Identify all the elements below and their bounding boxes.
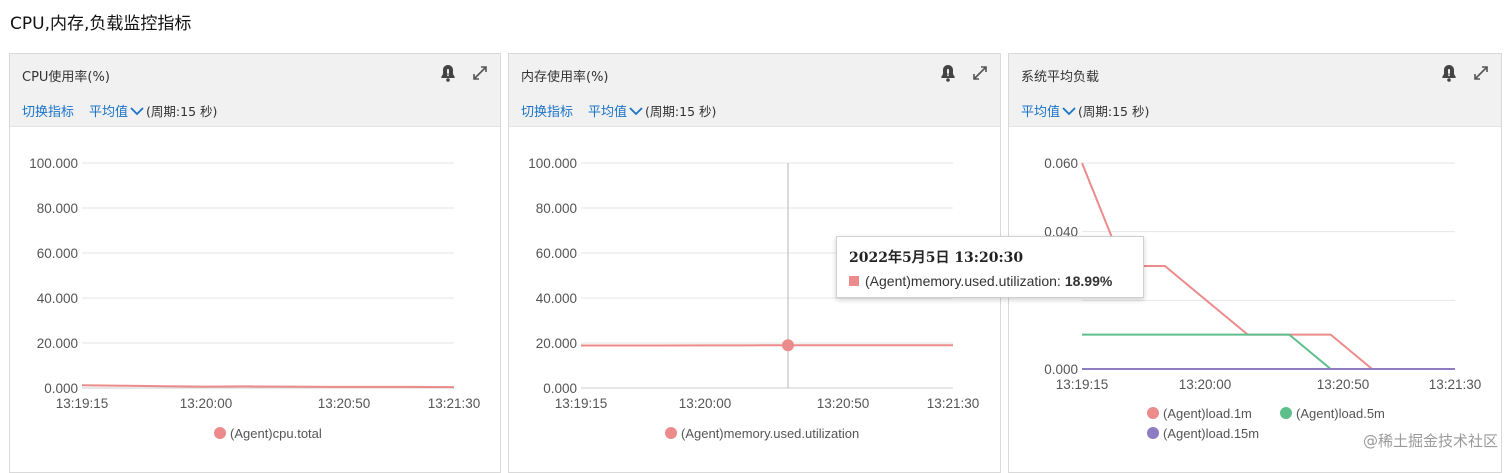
- aggregation-label: 平均值: [1021, 101, 1060, 120]
- y-tick-label: 40.000: [536, 291, 577, 306]
- series-line: [1082, 335, 1455, 369]
- watermark: @稀土掘金技术社区: [1363, 430, 1498, 451]
- tooltip-series: (Agent)memory.used.utilization:: [865, 273, 1061, 289]
- expand-icon[interactable]: [470, 63, 490, 83]
- y-tick-label: 100.000: [528, 156, 577, 171]
- cpu-usage-panel: CPU使用率(%) 切换指标 平均值 (周期:15 秒) 0.000 20.000…: [9, 53, 501, 473]
- chevron-down-icon: [629, 106, 643, 116]
- y-tick-label: 100.000: [29, 156, 78, 171]
- legend-marker: [1280, 407, 1292, 419]
- legend-marker: [665, 427, 677, 439]
- x-tick-label: 13:19:15: [56, 396, 109, 411]
- aggregation-dropdown[interactable]: 平均值: [1021, 101, 1078, 120]
- expand-icon[interactable]: [1471, 63, 1491, 83]
- x-tick-label: 13:19:15: [555, 396, 608, 411]
- panel-title: 内存使用率(%): [521, 66, 609, 85]
- y-tick-label: 20.000: [536, 336, 577, 351]
- aggregation-dropdown[interactable]: 平均值: [588, 101, 645, 120]
- legend-marker: [214, 427, 226, 439]
- legend-label: (Agent)cpu.total: [230, 426, 322, 441]
- x-tick-label: 13:20:50: [817, 396, 870, 411]
- page-title: CPU,内存,负载监控指标: [10, 9, 191, 34]
- x-tick-label: 13:20:00: [180, 396, 233, 411]
- aggregation-dropdown[interactable]: 平均值: [89, 101, 146, 120]
- y-tick-label: 0.000: [543, 381, 577, 396]
- legend-label: (Agent)load.5m: [1296, 406, 1385, 421]
- chevron-down-icon: [130, 106, 144, 116]
- legend-label: (Agent)memory.used.utilization: [681, 426, 859, 441]
- panel-title: 系统平均负载: [1021, 66, 1099, 85]
- aggregation-label: 平均值: [89, 101, 128, 120]
- panel-title: CPU使用率(%): [22, 66, 110, 85]
- y-tick-label: 0.000: [1044, 362, 1078, 377]
- tooltip-time: 2022年5月5日 13:20:30: [849, 247, 1131, 267]
- expand-icon[interactable]: [970, 63, 990, 83]
- panel-header: 内存使用率(%) 切换指标 平均值 (周期:15 秒): [509, 54, 1000, 127]
- y-tick-label: 40.000: [37, 291, 78, 306]
- x-tick-label: 13:19:15: [1056, 377, 1109, 392]
- chart-tooltip: 2022年5月5日 13:20:30 (Agent)memory.used.ut…: [836, 236, 1144, 298]
- y-tick-label: 0.000: [44, 381, 78, 396]
- y-tick-label: 80.000: [536, 201, 577, 216]
- legend-marker: [1147, 407, 1159, 419]
- x-tick-label: 13:21:30: [428, 396, 481, 411]
- tooltip-swatch: [849, 276, 859, 286]
- period-label: (周期:15 秒): [645, 101, 716, 120]
- y-tick-label: 20.000: [37, 336, 78, 351]
- x-tick-label: 13:21:30: [1429, 377, 1482, 392]
- hover-point: [782, 339, 794, 351]
- cpu-usage-chart: 0.000 20.000 40.000 60.000 80.000 100.000 13:1…: [10, 127, 500, 467]
- x-tick-label: 13:20:00: [679, 396, 732, 411]
- legend-label: (Agent)load.15m: [1163, 426, 1259, 441]
- tooltip-value: 18.99%: [1065, 273, 1112, 289]
- legend-label: (Agent)load.1m: [1163, 406, 1252, 421]
- y-tick-label: 60.000: [536, 246, 577, 261]
- aggregation-label: 平均值: [588, 101, 627, 120]
- series-line: [82, 385, 454, 387]
- x-tick-label: 13:21:30: [927, 396, 980, 411]
- bell-icon[interactable]: [938, 63, 958, 83]
- chevron-down-icon: [1062, 106, 1076, 116]
- y-tick-label: 80.000: [37, 201, 78, 216]
- period-label: (周期:15 秒): [1078, 101, 1149, 120]
- panel-header: 系统平均负载 平均值 (周期:15 秒): [1009, 54, 1501, 127]
- x-tick-label: 13:20:50: [318, 396, 371, 411]
- panel-header: CPU使用率(%) 切换指标 平均值 (周期:15 秒): [10, 54, 500, 127]
- bell-icon[interactable]: [1439, 63, 1459, 83]
- legend-marker: [1147, 427, 1159, 439]
- period-label: (周期:15 秒): [146, 101, 217, 120]
- y-tick-label: 60.000: [37, 246, 78, 261]
- switch-metric-link[interactable]: 切换指标: [22, 101, 74, 120]
- switch-metric-link[interactable]: 切换指标: [521, 101, 573, 120]
- bell-icon[interactable]: [438, 63, 458, 83]
- x-tick-label: 13:20:00: [1179, 377, 1232, 392]
- x-tick-label: 13:20:50: [1317, 377, 1370, 392]
- y-tick-label: 0.060: [1044, 156, 1078, 171]
